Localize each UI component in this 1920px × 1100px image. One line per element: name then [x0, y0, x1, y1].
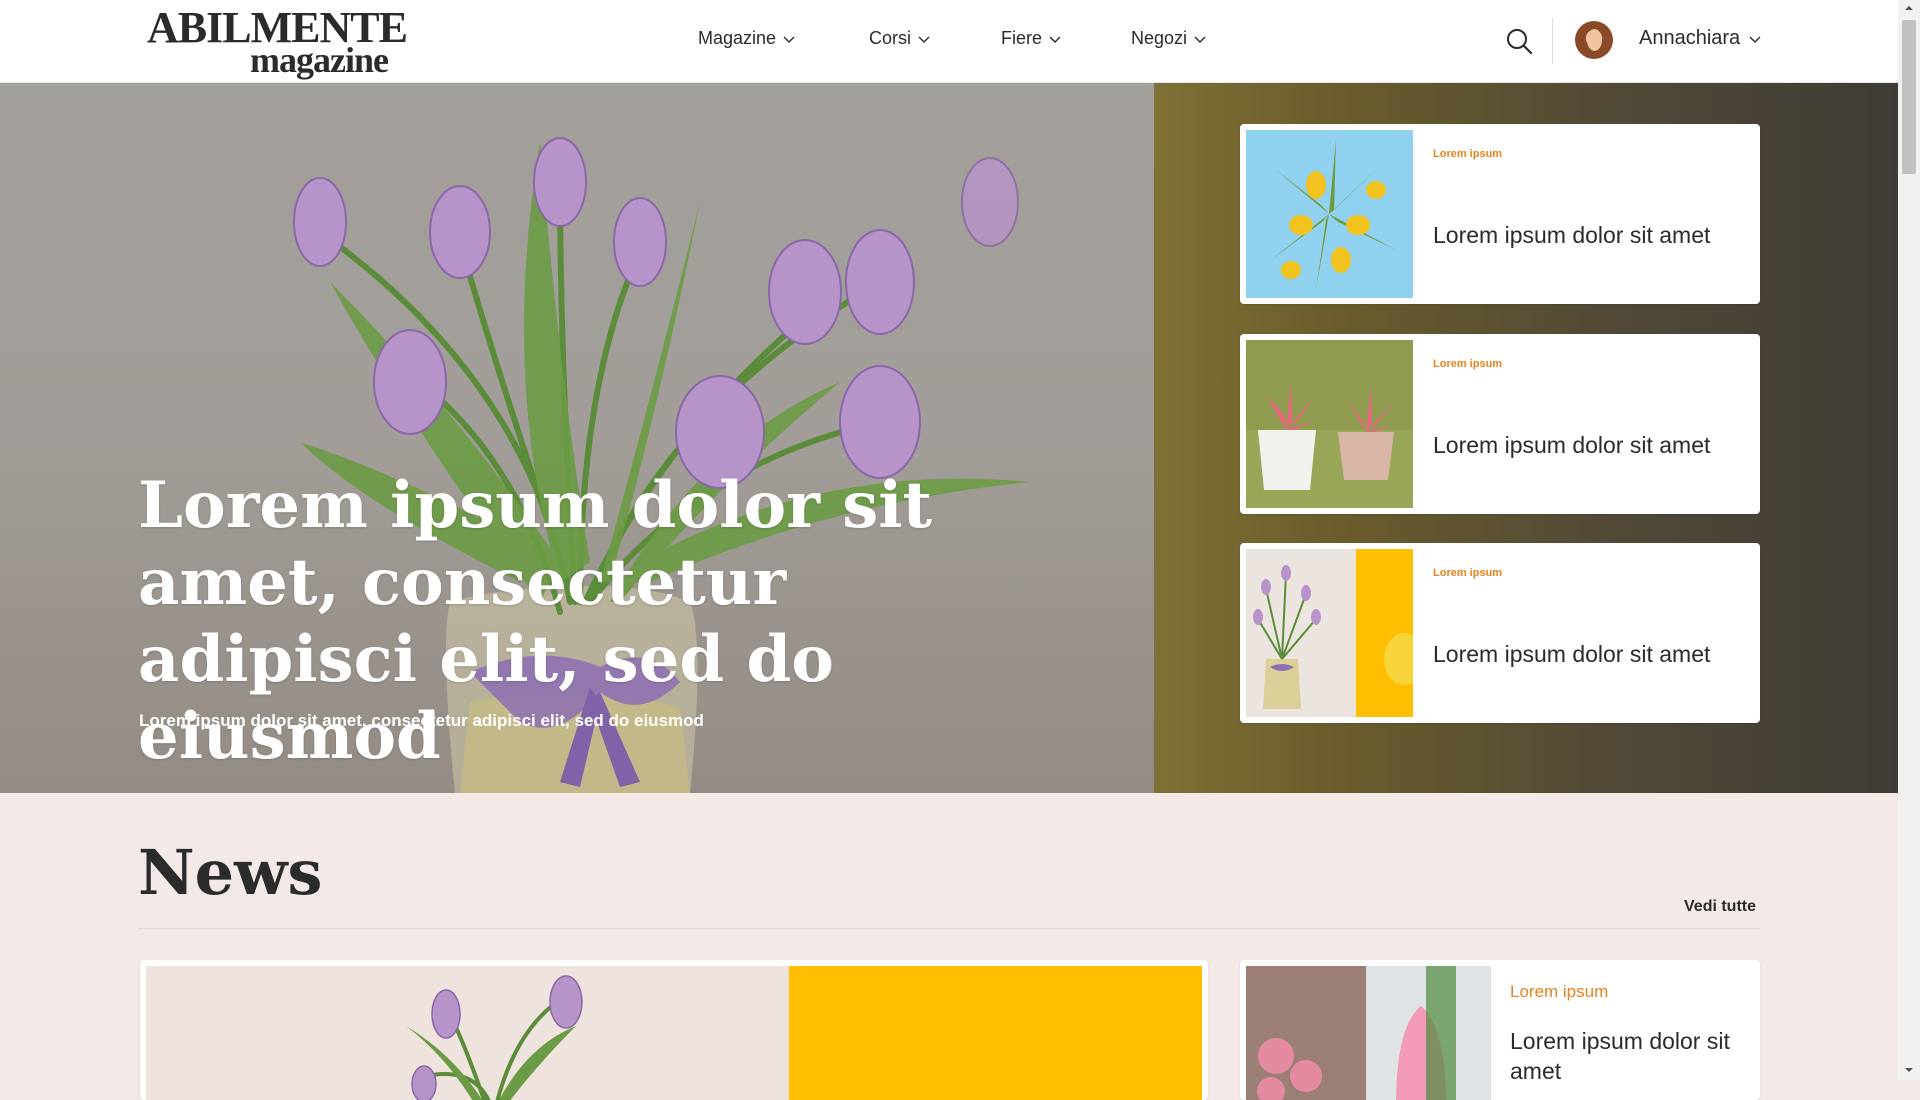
pink-plants-image: [1246, 340, 1413, 508]
card-category[interactable]: Lorem ipsum: [1433, 358, 1502, 370]
news-heading: News: [138, 836, 323, 909]
site-logo[interactable]: ABILMENTE magazine: [147, 6, 408, 80]
nav-item-corsi[interactable]: Corsi: [869, 28, 931, 49]
chevron-down-icon: [1749, 36, 1761, 43]
chevron-down-icon: [783, 36, 795, 43]
user-name-label: Annachiara: [1639, 27, 1741, 49]
tulip-vase-image: [1246, 549, 1413, 717]
hero-subtitle: Lorem ipsum dolor sit amet, consectetur …: [139, 711, 704, 730]
page-scrollbar[interactable]: [1898, 0, 1920, 1080]
nav-item-magazine[interactable]: Magazine: [698, 28, 796, 49]
nav-label: Negozi: [1131, 28, 1188, 48]
scroll-down-arrow-icon[interactable]: [1903, 1064, 1915, 1076]
scrollbar-thumb[interactable]: [1902, 20, 1916, 174]
featured-card-2[interactable]: Lorem ipsum Lorem ipsum dolor sit amet: [1240, 334, 1760, 514]
nav-item-fiere[interactable]: Fiere: [1001, 28, 1062, 49]
yellow-tulips-image: [1246, 130, 1413, 298]
chevron-down-icon: [1194, 36, 1206, 43]
site-header: ABILMENTE magazine Magazine Corsi Fiere …: [0, 0, 1898, 83]
card-category[interactable]: Lorem ipsum: [1433, 148, 1502, 160]
nav-label: Magazine: [698, 28, 777, 48]
hero-section: Lorem ipsum dolor sit amet, consectetur …: [0, 82, 1898, 793]
chevron-down-icon: [918, 36, 930, 43]
avatar-face: [1587, 29, 1602, 51]
card-category[interactable]: Lorem ipsum: [1510, 982, 1608, 1002]
chevron-down-icon: [1049, 36, 1061, 43]
card-title[interactable]: Lorem ipsum dolor sit amet: [1433, 639, 1733, 670]
header-divider: [1552, 18, 1553, 64]
news-divider: [138, 928, 1760, 929]
card-title[interactable]: Lorem ipsum dolor sit amet: [1433, 220, 1733, 251]
nav-label: Corsi: [869, 28, 912, 48]
card-title[interactable]: Lorem ipsum dolor sit amet: [1433, 430, 1733, 461]
user-avatar[interactable]: [1575, 21, 1613, 59]
card-thumbnail: [1246, 549, 1413, 717]
news-card-2[interactable]: Lorem ipsum Lorem ipsum dolor sit amet: [1240, 960, 1760, 1100]
search-icon[interactable]: [1504, 26, 1534, 56]
news-card-featured[interactable]: [140, 960, 1208, 1100]
featured-card-1[interactable]: Lorem ipsum Lorem ipsum dolor sit amet: [1240, 124, 1760, 304]
card-thumbnail: [1246, 130, 1413, 298]
see-all-link[interactable]: Vedi tutte: [1684, 898, 1756, 916]
user-menu[interactable]: Annachiara: [1639, 27, 1762, 50]
featured-card-3[interactable]: Lorem ipsum Lorem ipsum dolor sit amet: [1240, 543, 1760, 723]
nav-item-negozi[interactable]: Negozi: [1131, 28, 1207, 49]
logo-wordmark-bottom: magazine: [250, 40, 389, 80]
card-category[interactable]: Lorem ipsum: [1433, 567, 1502, 579]
nav-label: Fiere: [1001, 28, 1043, 48]
scroll-up-arrow-icon[interactable]: [1903, 2, 1915, 14]
card-title[interactable]: Lorem ipsum dolor sit amet: [1510, 1026, 1740, 1086]
card-thumbnail: [1246, 340, 1413, 508]
